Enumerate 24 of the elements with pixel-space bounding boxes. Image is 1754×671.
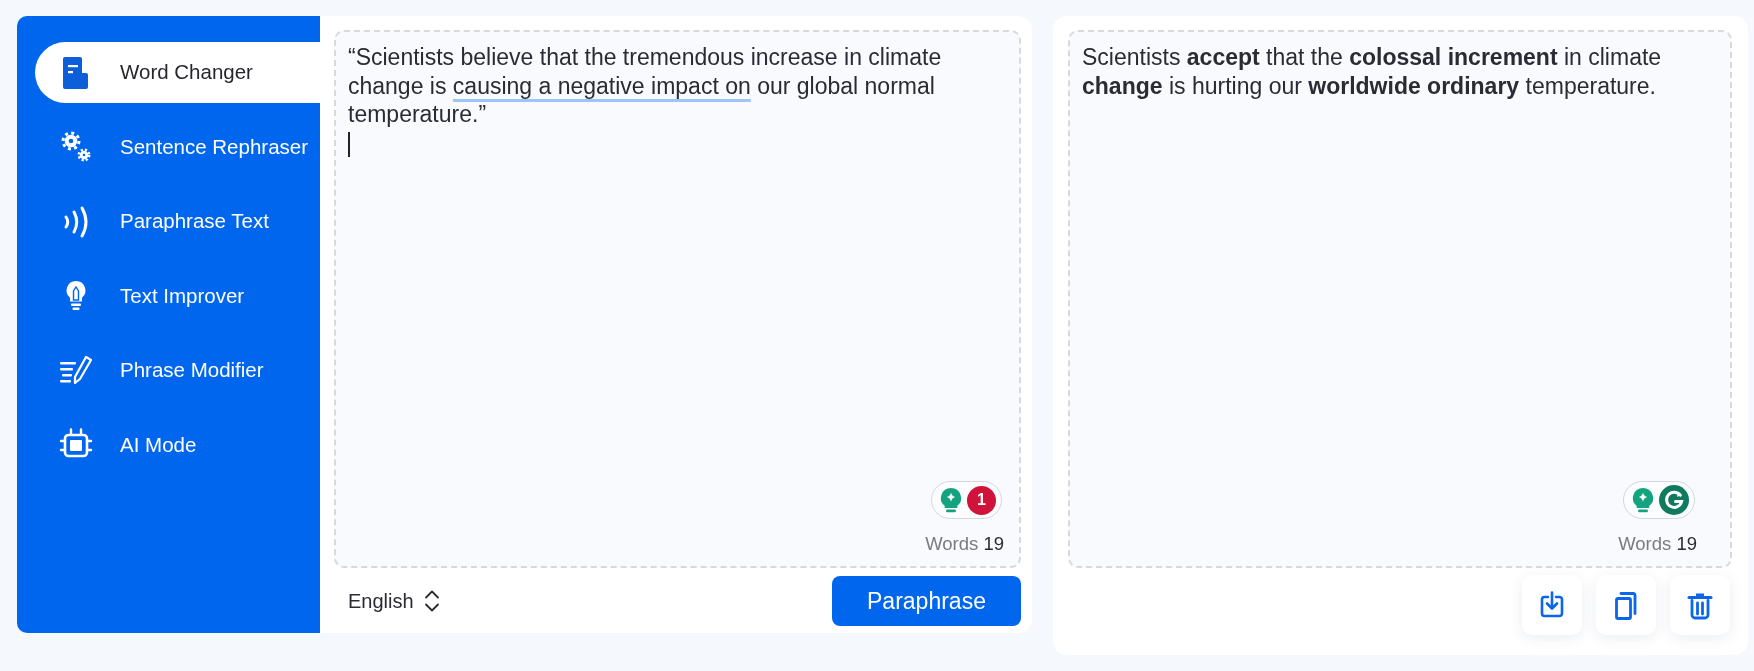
lightbulb-icon [940,487,962,513]
language-select[interactable]: English [348,586,440,616]
lightbulb-icon [1632,487,1654,513]
assistant-badge[interactable] [1623,481,1695,519]
sidebar-item[interactable]: Paraphrase Text [35,191,320,252]
sidebar-item[interactable]: Sentence Rephraser [35,116,320,178]
sidebar-item[interactable]: AI Mode [35,414,320,476]
gears-icon [59,130,93,164]
output-text: Scientists accept that the colossal increment in climate change is hurting our worldwide ordinary temperature. [1082,43,1663,100]
chevron-up-down-icon [423,589,440,613]
copy-button[interactable] [1596,575,1656,635]
delete-button[interactable] [1670,575,1730,635]
sidebar-item[interactable]: Word Changer [35,42,320,103]
input-text: “Scientists believe that the tremendous increase in climate change is causing a negative impact on our global normal temperature.” [348,43,943,129]
word-count: Words 19 [1618,533,1697,555]
word-count: Words 19 [925,533,1004,555]
paraphrase-button[interactable]: Paraphrase [832,576,1021,626]
issue-count: 1 [967,485,996,515]
download-button[interactable] [1522,575,1582,635]
sidebar-item[interactable]: Text Improver [35,265,320,327]
input-field[interactable]: “Scientists believe that the tremendous increase in climate change is causing a negative impact on our global normal temperature.” 1 Words 19 [334,30,1021,568]
flagged-phrase[interactable]: causing a negative impact on [452,72,751,99]
sidebar-item[interactable]: Phrase Modifier [35,340,320,401]
assistant-badge[interactable]: 1 [931,481,1002,519]
